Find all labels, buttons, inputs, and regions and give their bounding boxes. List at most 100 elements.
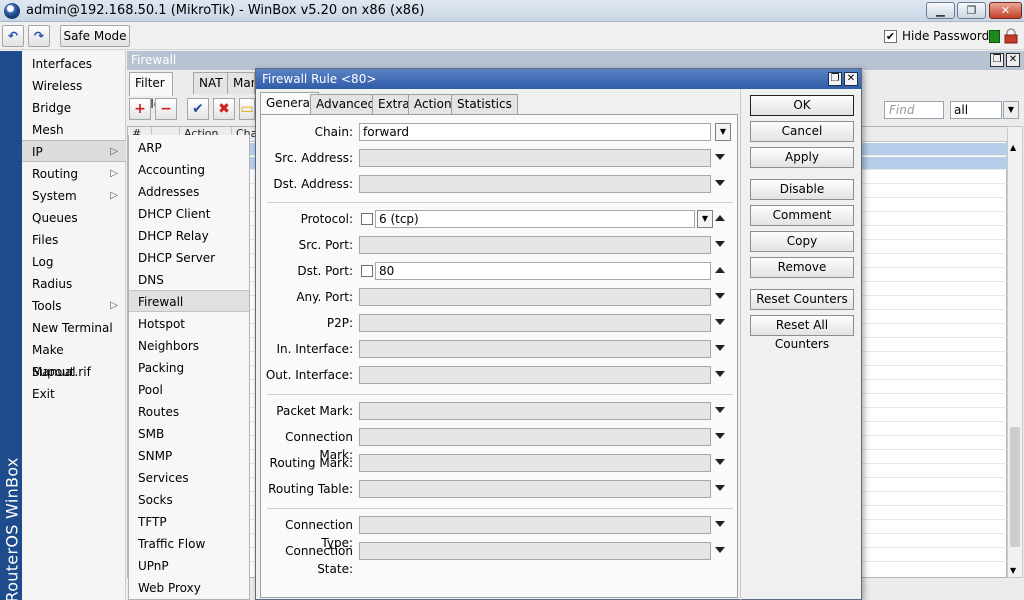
connection-mark-expand-icon[interactable] [715,433,725,439]
comment-button[interactable]: Comment [750,205,854,226]
hide-passwords-toggle[interactable]: ✔ Hide Passwords [884,29,995,43]
packet-mark-expand-icon[interactable] [715,407,725,413]
routing-table-input[interactable] [359,480,711,498]
add-rule-button[interactable]: + [129,98,151,120]
src-port-input[interactable] [359,236,711,254]
tab-statistics[interactable]: Statistics [451,94,518,114]
p2p-input[interactable] [359,314,711,332]
disable-button[interactable]: Disable [750,179,854,200]
menu-item-bridge[interactable]: Bridge [22,97,126,119]
reset-all-counters-button[interactable]: Reset All Counters [750,315,854,351]
minimize-button[interactable]: ▁ [926,2,955,19]
submenu-item-routes[interactable]: Routes [129,401,249,423]
menu-item-interfaces[interactable]: Interfaces [22,53,126,75]
submenu-item-upnp[interactable]: UPnP [129,555,249,577]
dialog-close-button[interactable]: ✕ [844,72,858,86]
submenu-item-accounting[interactable]: Accounting [129,159,249,181]
menu-item-make-supout[interactable]: Make Supout.rif [22,339,126,379]
submenu-item-arp[interactable]: ARP [129,137,249,159]
submenu-item-hotspot[interactable]: Hotspot [129,313,249,335]
submenu-item-addresses[interactable]: Addresses [129,181,249,203]
src-address-expand-icon[interactable] [715,154,725,160]
protocol-negate-checkbox[interactable] [361,213,373,225]
routing-mark-input[interactable] [359,454,711,472]
menu-item-mesh[interactable]: Mesh [22,119,126,141]
menu-item-system[interactable]: System ▷ [22,185,126,207]
scroll-down-icon[interactable]: ▼ [1010,566,1016,575]
firewall-filter-select[interactable]: all [950,101,1002,119]
tab-filter-rules[interactable]: Filter Rules [129,72,174,111]
reset-counters-button[interactable]: Reset Counters [750,289,854,310]
submenu-item-pool[interactable]: Pool [129,379,249,401]
remove-rule-button[interactable]: − [155,98,177,120]
p2p-expand-icon[interactable] [715,319,725,325]
submenu-item-dhcp-server[interactable]: DHCP Server [129,247,249,269]
disable-rule-button[interactable]: ✖ [213,98,235,120]
safe-mode-button[interactable]: Safe Mode [60,25,130,47]
menu-item-queues[interactable]: Queues [22,207,126,229]
firewall-maximize-button[interactable]: ❐ [990,53,1004,67]
scrollbar-thumb[interactable] [1010,427,1020,547]
submenu-item-traffic-flow[interactable]: Traffic Flow [129,533,249,555]
submenu-item-web-proxy[interactable]: Web Proxy [129,577,249,599]
dst-port-negate-checkbox[interactable] [361,265,373,277]
cancel-button[interactable]: Cancel [750,121,854,142]
menu-item-manual[interactable]: Manual [22,361,126,383]
copy-button[interactable]: Copy [750,231,854,252]
menu-item-routing[interactable]: Routing ▷ [22,163,126,185]
submenu-item-neighbors[interactable]: Neighbors [129,335,249,357]
routing-table-expand-icon[interactable] [715,485,725,491]
menu-item-ip[interactable]: IP ▷ [22,140,126,162]
submenu-item-smb[interactable]: SMB [129,423,249,445]
submenu-item-dhcp-client[interactable]: DHCP Client [129,203,249,225]
connection-type-input[interactable] [359,516,711,534]
submenu-item-firewall[interactable]: Firewall [129,290,249,312]
tab-mangle[interactable]: Mang [227,72,255,94]
menu-item-tools[interactable]: Tools ▷ [22,295,126,317]
apply-button[interactable]: Apply [750,147,854,168]
connection-mark-input[interactable] [359,428,711,446]
menu-item-files[interactable]: Files [22,229,126,251]
submenu-item-packing[interactable]: Packing [129,357,249,379]
tab-advanced[interactable]: Advanced [310,94,382,114]
dst-port-input[interactable]: 80 [375,262,711,280]
firewall-table-scrollbar[interactable]: ▲ ▼ [1007,126,1023,578]
submenu-item-socks[interactable]: Socks [129,489,249,511]
dst-port-collapse-icon[interactable] [715,267,725,273]
ok-button[interactable]: OK [750,95,854,116]
close-button[interactable]: ✕ [989,2,1022,19]
src-port-expand-icon[interactable] [715,241,725,247]
menu-item-wireless[interactable]: Wireless [22,75,126,97]
maximize-button[interactable]: ❐ [957,2,986,19]
connection-type-expand-icon[interactable] [715,521,725,527]
remove-button[interactable]: Remove [750,257,854,278]
routing-mark-expand-icon[interactable] [715,459,725,465]
connection-state-input[interactable] [359,542,711,560]
packet-mark-input[interactable] [359,402,711,420]
out-interface-expand-icon[interactable] [715,371,725,377]
any-port-expand-icon[interactable] [715,293,725,299]
chain-dropdown-icon[interactable]: ▼ [715,123,731,141]
out-interface-input[interactable] [359,366,711,384]
src-address-input[interactable] [359,149,711,167]
menu-item-exit[interactable]: Exit [22,383,126,405]
firewall-find-input[interactable]: Find [884,101,944,119]
lock-icon[interactable] [1004,28,1018,44]
submenu-item-services[interactable]: Services [129,467,249,489]
redo-button[interactable]: ↷ [28,25,50,47]
in-interface-input[interactable] [359,340,711,358]
chain-input[interactable]: forward [359,123,711,141]
protocol-dropdown-icon[interactable]: ▼ [697,210,713,228]
hide-passwords-checkbox[interactable]: ✔ [884,29,897,43]
enable-rule-button[interactable]: ✔ [187,98,209,120]
menu-item-log[interactable]: Log [22,251,126,273]
connection-state-expand-icon[interactable] [715,547,725,553]
dst-address-input[interactable] [359,175,711,193]
submenu-item-dns[interactable]: DNS [129,269,249,291]
chevron-down-icon[interactable]: ▼ [1003,101,1019,119]
tab-nat[interactable]: NAT [193,72,229,94]
submenu-item-snmp[interactable]: SNMP [129,445,249,467]
dialog-maximize-button[interactable]: ❐ [828,72,842,86]
protocol-collapse-icon[interactable] [715,215,725,221]
submenu-item-tftp[interactable]: TFTP [129,511,249,533]
